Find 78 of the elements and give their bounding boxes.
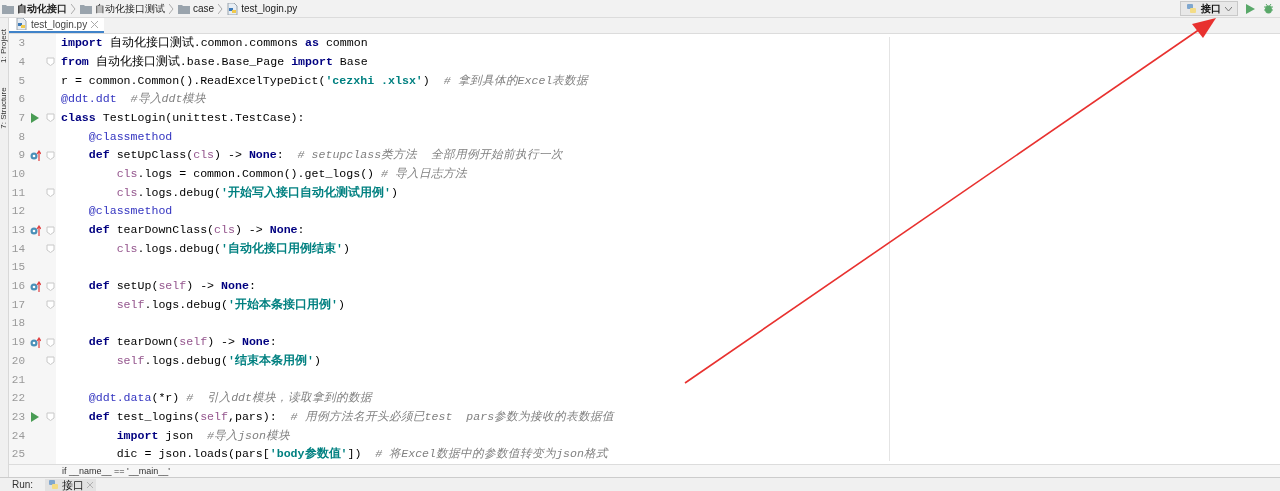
breadcrumb-item[interactable]: test_login.py [241, 3, 298, 14]
line-number: 24 [10, 429, 25, 442]
folder-icon [80, 3, 92, 14]
fold-icon[interactable] [46, 412, 55, 422]
line-number: 25 [10, 448, 25, 461]
fold-icon[interactable] [46, 188, 55, 198]
line-number: 19 [10, 336, 25, 349]
code-line: import json #导入json模块 [115, 427, 290, 444]
line-number: 9 [17, 149, 25, 162]
code-line: def setUpClass(cls) -> None: # setupclass类方法 全部用例开始前执行一次 [87, 147, 563, 164]
code-line: class TestLogin(unittest.TestCase): [61, 109, 305, 126]
line-number: 21 [10, 373, 25, 386]
breadcrumb-item[interactable]: 自动化接口测试 [95, 1, 165, 16]
run-configuration-dropdown[interactable]: 接口 [1180, 1, 1238, 16]
override-icon[interactable] [29, 149, 41, 161]
breadcrumb-item[interactable]: 自动化接口 [17, 1, 67, 16]
folder-icon [178, 3, 190, 14]
python-icon [48, 479, 60, 490]
code-line: import 自动化接口测试.common.commons as common [61, 35, 368, 52]
run-icon[interactable] [31, 411, 39, 422]
breadcrumb-item[interactable]: case [193, 3, 215, 14]
run-icon[interactable] [31, 112, 39, 123]
editor-tab[interactable]: test_login.py [9, 18, 105, 33]
caret-icon [1225, 6, 1232, 11]
line-number: 11 [10, 186, 25, 199]
code-line: @ddt.data(*r) # 引入ddt模块，读取拿到的数据 [87, 390, 372, 407]
code-line: cls.logs.debug('开始写入接口自动化测试用例') [115, 184, 398, 201]
line-number: 23 [10, 410, 25, 423]
code-line: def test_logins(self,pars): # 用例方法名开头必须已test pars参数为接收的表数据值 [87, 408, 615, 425]
code-line: r = common.Common().ReadExcelTypeDict('cezxhi .xlsx') # 拿到具体的Excel表数据 [61, 72, 589, 89]
chevron-icon [169, 3, 174, 14]
fold-icon[interactable] [46, 150, 55, 160]
debug-icon[interactable] [1263, 3, 1274, 14]
code-line: cls.logs.debug('自动化接口用例结束') [115, 240, 350, 257]
line-number: 18 [10, 317, 25, 330]
code-line: def tearDown(self) -> None: [87, 334, 277, 351]
line-number: 10 [10, 168, 25, 180]
close-icon[interactable] [91, 20, 99, 28]
folder-icon [2, 3, 14, 14]
override-icon[interactable] [29, 224, 41, 236]
chevron-icon [71, 3, 76, 14]
line-number: 4 [17, 55, 25, 68]
line-number: 7 [17, 111, 25, 124]
line-number: 22 [10, 392, 25, 405]
code-line: self.logs.debug('开始本条接口用例') [115, 296, 345, 313]
code-line: @classmethod [87, 128, 173, 145]
override-icon[interactable] [29, 280, 41, 292]
line-number: 13 [10, 224, 25, 237]
run-icon[interactable] [1246, 3, 1255, 14]
fold-icon[interactable] [46, 113, 55, 123]
line-number: 20 [10, 354, 25, 367]
line-number: 16 [10, 280, 25, 293]
code-line: cls.logs = common.Common().get_logs() # 导入日志方法 [115, 166, 467, 182]
override-icon[interactable] [29, 336, 41, 348]
line-number: 8 [17, 130, 25, 143]
line-number: 15 [10, 261, 25, 274]
code-line: def setUp(self) -> None: [87, 278, 256, 295]
line-number: 17 [10, 298, 25, 311]
code-line: @classmethod [87, 203, 173, 220]
code-line: from 自动化接口测试.base.Base_Page import Base [61, 53, 368, 70]
line-number: 6 [17, 93, 25, 106]
line-number: 12 [10, 205, 25, 218]
tool-window-button[interactable]: 7: Structure [0, 87, 8, 129]
tool-window-button[interactable]: 1: Project [0, 29, 8, 63]
code-line: self.logs.debug('结束本条用例') [115, 352, 321, 369]
code-line: @ddt.ddt #导入ddt模块 [61, 91, 207, 108]
close-icon[interactable] [87, 481, 94, 488]
run-tab[interactable]: 接口 [45, 478, 97, 491]
breadcrumb-item[interactable]: if __name__ == '__main__' [62, 465, 170, 476]
line-number: 3 [17, 37, 25, 50]
line-number: 5 [17, 74, 25, 87]
chevron-icon [218, 3, 224, 14]
fold-icon[interactable] [46, 57, 55, 67]
python-icon [1186, 3, 1197, 14]
code-line: dic = json.loads(pars['body参数值']) # 将Excel数据中的参数值转变为json格式 [115, 446, 608, 463]
code-line: def tearDownClass(cls) -> None: [87, 222, 305, 239]
run-label: Run: [12, 479, 34, 490]
line-number: 14 [10, 242, 25, 255]
